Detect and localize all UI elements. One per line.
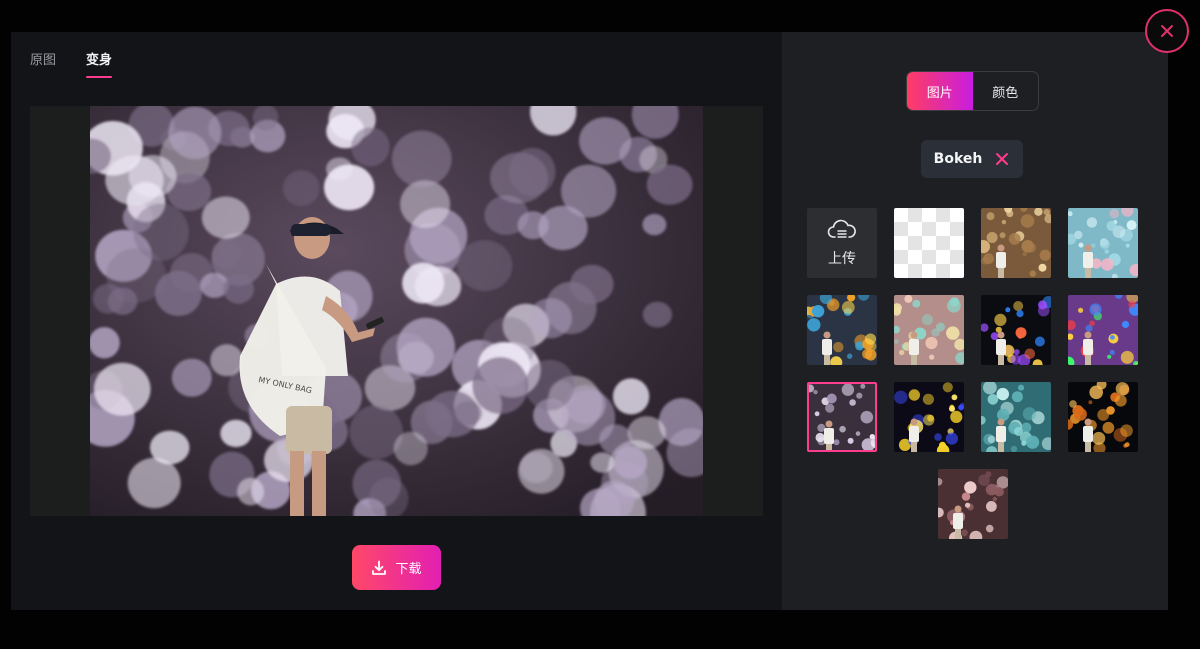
editor-modal: 原图 变身 MY ONLY BAG 下载 图片 颜色 Bokeh 上传 [11, 32, 1168, 610]
toggle-color[interactable]: 颜色 [973, 72, 1039, 110]
background-option-blue-orange-bokeh[interactable] [807, 295, 877, 365]
background-thumbnail [981, 208, 1051, 278]
background-thumbnail [1068, 295, 1138, 365]
selected-background-label: Bokeh [933, 151, 983, 167]
upload-button[interactable]: 上传 [807, 208, 877, 278]
selected-background-chip: Bokeh [921, 140, 1023, 178]
background-option-golden-glitter[interactable] [981, 208, 1051, 278]
download-button[interactable]: 下载 [352, 545, 441, 590]
background-thumbnail [981, 382, 1051, 452]
background-thumbnail [894, 382, 964, 452]
background-panel: 图片 颜色 Bokeh 上传 [782, 32, 1168, 610]
background-option-purple-bokeh[interactable] [807, 382, 877, 452]
preview-panel: 原图 变身 MY ONLY BAG 下载 [11, 32, 782, 610]
result-image: MY ONLY BAG [90, 106, 703, 516]
view-tabs: 原图 变身 [30, 52, 113, 78]
background-thumbnail [807, 295, 877, 365]
cloud-upload-icon [827, 219, 856, 238]
background-option-dark-color-bokeh[interactable] [981, 295, 1051, 365]
close-icon [1161, 25, 1173, 37]
background-option-rainbow-glitter[interactable] [1068, 295, 1138, 365]
download-label: 下载 [395, 562, 422, 577]
background-thumbnail [937, 469, 1008, 539]
background-option-night-orange-lights[interactable] [1068, 382, 1138, 452]
background-thumbnail [1068, 208, 1138, 278]
background-option-pastel-bokeh[interactable] [894, 295, 964, 365]
upload-label: 上传 [828, 251, 856, 267]
close-button[interactable] [1145, 9, 1189, 53]
background-thumbnail [809, 384, 875, 450]
tab-transformed[interactable]: 变身 [86, 52, 113, 78]
background-option-cyan-bokeh[interactable] [1068, 208, 1138, 278]
download-icon [372, 560, 387, 575]
background-option-night-yellow-lights[interactable] [894, 382, 964, 452]
background-option-transparent[interactable] [894, 208, 964, 278]
x-icon[interactable] [994, 151, 1010, 167]
background-option-rose-sparkle[interactable] [937, 469, 1008, 539]
image-stage: MY ONLY BAG [30, 106, 763, 516]
background-thumbnail [894, 295, 964, 365]
background-thumbnail [981, 295, 1051, 365]
background-thumbnail [894, 208, 964, 278]
source-toggle: 图片 颜色 [906, 71, 1039, 111]
background-thumbnail [1068, 382, 1138, 452]
toggle-image[interactable]: 图片 [907, 72, 973, 110]
tab-original[interactable]: 原图 [30, 52, 56, 78]
background-option-teal-bokeh[interactable] [981, 382, 1051, 452]
